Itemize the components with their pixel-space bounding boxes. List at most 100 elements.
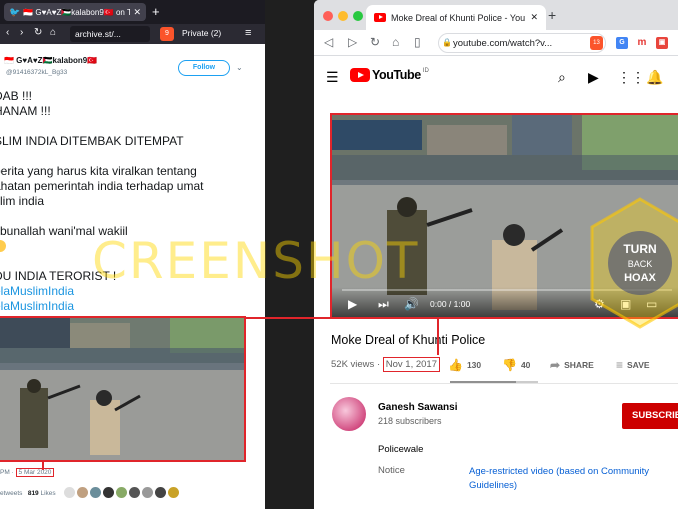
- playlist-add-icon: ≡: [616, 358, 624, 372]
- avatar[interactable]: [90, 487, 101, 498]
- screenshot-stage: 🐦 🇮🇩 G♥A♥Z🇵🇸kalabon9🇹🇷 on Twitt ✕ + ‹ › …: [0, 0, 678, 509]
- likes-label[interactable]: Likes: [41, 490, 56, 497]
- follow-button[interactable]: Follow: [178, 60, 230, 76]
- time-display: 0:00 / 1:00: [430, 299, 471, 309]
- play-icon[interactable]: ▶: [348, 297, 357, 311]
- subscribe-button[interactable]: SUBSCRIBE: [622, 403, 678, 429]
- reload-icon[interactable]: ↻: [34, 27, 42, 38]
- forward-icon[interactable]: ›: [20, 27, 23, 38]
- dislike-count: 40: [520, 360, 531, 370]
- hamburger-menu-icon[interactable]: ☰: [326, 69, 339, 86]
- new-tab-icon[interactable]: +: [152, 4, 160, 19]
- settings-gear-icon[interactable]: ⚙: [594, 297, 605, 311]
- extension-icon[interactable]: ▣: [656, 37, 668, 49]
- channel-avatar[interactable]: [332, 397, 366, 431]
- tweet-line: berita yang harus kita viralkan tentang: [0, 164, 197, 178]
- left-tab-bar: 🐦 🇮🇩 G♥A♥Z🇵🇸kalabon9🇹🇷 on Twitt ✕ +: [0, 0, 265, 24]
- thumbs-up-icon: 👍: [448, 358, 463, 372]
- meta-separator: ·: [374, 359, 383, 370]
- avatar[interactable]: [168, 487, 179, 498]
- avatar[interactable]: [77, 487, 88, 498]
- close-tab-icon[interactable]: ✕: [133, 7, 141, 18]
- channel-name[interactable]: Ganesh Sawansi: [378, 402, 457, 413]
- avatar[interactable]: [64, 487, 75, 498]
- bookmark-icon[interactable]: ▯: [414, 35, 421, 49]
- menu-icon[interactable]: ≡: [245, 27, 251, 39]
- left-address-bar[interactable]: archive.st/...: [70, 26, 150, 42]
- brave-shield-icon[interactable]: 13: [590, 36, 603, 50]
- back-icon[interactable]: ◁: [324, 35, 333, 49]
- twitter-bird-icon: 🐦: [9, 6, 21, 17]
- save-button[interactable]: ≡ SAVE: [616, 358, 650, 372]
- translate-extension-icon[interactable]: G: [616, 37, 628, 49]
- tweet-display-name[interactable]: 🇮🇩 G♥A♥Z🇵🇸kalabon9🇹🇷: [4, 56, 97, 65]
- reload-icon[interactable]: ↻: [370, 35, 380, 49]
- youtube-favicon-icon: [374, 13, 386, 22]
- new-tab-icon[interactable]: +: [548, 7, 556, 23]
- right-tab-youtube[interactable]: Moke Dreal of Khunti Police - YouT ✕: [366, 5, 546, 30]
- close-window-button[interactable]: [323, 11, 333, 21]
- create-video-icon[interactable]: ▶: [588, 69, 599, 86]
- share-button[interactable]: ➦ SHARE: [550, 358, 594, 372]
- youtube-wordmark: YouTube: [372, 68, 421, 82]
- notice-value-link[interactable]: Age-restricted video (based on Community…: [469, 465, 674, 493]
- minimize-window-button[interactable]: [338, 11, 348, 21]
- tweet-date-highlight[interactable]: 5 Mar 2020: [15, 468, 55, 477]
- tweet-line: SLIM INDIA DITEMBAK DITEMPAT: [0, 134, 184, 148]
- share-arrow-icon: ➦: [550, 358, 561, 372]
- tweet-video-thumbnail[interactable]: [0, 316, 246, 462]
- maximize-window-button[interactable]: [353, 11, 363, 21]
- avatar[interactable]: [116, 487, 127, 498]
- left-tab-tweet[interactable]: 🐦 🇮🇩 G♥A♥Z🇵🇸kalabon9🇹🇷 on Twitt ✕: [4, 3, 146, 21]
- left-nav-bar: ‹ › ↻ ⌂ archive.st/... 9 Private (2) ≡: [0, 24, 265, 44]
- chevron-down-icon[interactable]: ⌄: [236, 63, 243, 72]
- miniplayer-icon[interactable]: ▣: [620, 297, 631, 311]
- retweets-label[interactable]: etweets: [0, 490, 22, 497]
- video-player[interactable]: ▶ ⏭ 🔊 0:00 / 1:00 ⚙ ▣ ▭: [330, 113, 678, 319]
- tweet-line: slim india: [0, 194, 45, 208]
- lock-icon[interactable]: 🔒: [442, 38, 452, 47]
- youtube-play-icon: [350, 68, 370, 82]
- youtube-logo[interactable]: YouTube ID: [350, 68, 429, 82]
- right-nav-bar: ◁ ▷ ↻ ⌂ ▯ youtube.com/watch?v... 🔒 13 G …: [314, 30, 678, 56]
- likes-count[interactable]: 819: [28, 490, 39, 497]
- avatar[interactable]: [142, 487, 153, 498]
- avatar[interactable]: [155, 487, 166, 498]
- left-tab-title: 🇮🇩 G♥A♥Z🇵🇸kalabon9🇹🇷 on Twitt: [23, 7, 131, 17]
- tweet-handle[interactable]: @91416372kL_Bg33: [6, 69, 67, 76]
- avatar[interactable]: [129, 487, 140, 498]
- apps-grid-icon[interactable]: ⋮⋮: [617, 69, 645, 86]
- tweet-line: sbunallah wani'mal wakiil: [0, 224, 128, 238]
- m-extension-icon[interactable]: m: [636, 37, 648, 49]
- like-button[interactable]: 👍 130: [448, 358, 481, 372]
- right-address-bar[interactable]: youtube.com/watch?v...: [438, 33, 606, 53]
- progress-bar[interactable]: [342, 289, 672, 291]
- crying-emoji-icon: [0, 240, 6, 252]
- notifications-bell-icon[interactable]: 🔔: [646, 69, 663, 86]
- right-tab-bar: Moke Dreal of Khunti Police - YouT ✕ +: [314, 0, 678, 30]
- thumbs-down-icon: 👎: [502, 358, 517, 372]
- tweet-timestamp: PM · 5 Mar 2020: [0, 468, 55, 477]
- volume-icon[interactable]: 🔊: [404, 297, 419, 311]
- liker-avatars[interactable]: [64, 487, 179, 498]
- dislike-button[interactable]: 👎 40: [502, 358, 530, 372]
- brave-shield-icon[interactable]: 9: [160, 27, 174, 41]
- home-icon[interactable]: ⌂: [50, 27, 56, 38]
- close-tab-icon[interactable]: ✕: [530, 12, 538, 23]
- forward-icon[interactable]: ▷: [348, 35, 357, 49]
- theater-mode-icon[interactable]: ▭: [646, 297, 657, 311]
- search-icon[interactable]: ⌕: [558, 69, 566, 86]
- subscriber-count: 218 subscribers: [378, 416, 442, 426]
- next-icon[interactable]: ⏭: [378, 297, 389, 312]
- hashtag-link[interactable]: elaMuslimIndia: [0, 299, 264, 314]
- avatar[interactable]: [103, 487, 114, 498]
- tweet-time: PM ·: [0, 469, 16, 476]
- tweet-stats: etweets 819 Likes: [0, 490, 56, 497]
- hashtag-link[interactable]: elaMuslimIndia: [0, 284, 264, 299]
- right-tab-title: Moke Dreal of Khunti Police - YouT: [391, 12, 526, 23]
- street-scene-image: [0, 318, 244, 460]
- back-icon[interactable]: ‹: [6, 27, 9, 38]
- tweet-line: HANAM !!!: [0, 104, 51, 118]
- home-icon[interactable]: ⌂: [392, 35, 399, 49]
- private-window-label[interactable]: Private (2): [182, 28, 221, 38]
